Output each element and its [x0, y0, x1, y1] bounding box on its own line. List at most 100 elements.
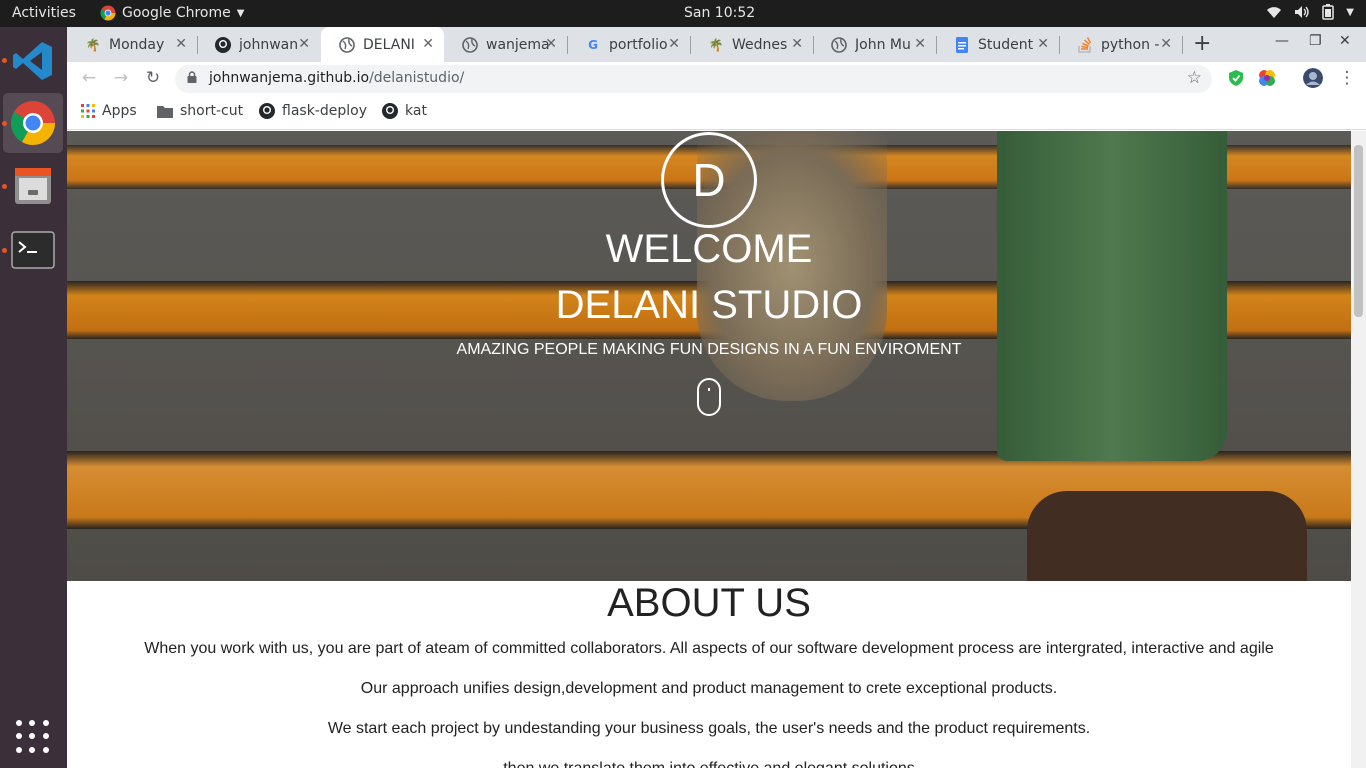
bookmark-star-icon[interactable]: ☆: [1187, 68, 1202, 88]
tab-python[interactable]: python - ✕: [1059, 27, 1182, 62]
chevron-down-icon: ▼: [236, 7, 245, 19]
bookmark-apps[interactable]: Apps: [81, 103, 137, 119]
app-menu-label: Google Chrome: [122, 5, 231, 21]
scrollbar-thumb[interactable]: [1354, 145, 1363, 317]
close-icon[interactable]: ✕: [422, 36, 434, 52]
back-icon[interactable]: ←: [79, 68, 99, 88]
page-viewport: D WELCOME DELANI STUDIO AMAZING PEOPLE M…: [67, 131, 1351, 768]
minimize-icon[interactable]: —: [1275, 33, 1289, 49]
volume-icon: [1295, 6, 1309, 18]
chrome-icon: [11, 101, 55, 145]
dock-vscode[interactable]: [3, 31, 63, 91]
hero-welcome-heading: WELCOME: [605, 227, 813, 271]
close-icon[interactable]: ✕: [791, 36, 803, 52]
url-text[interactable]: johnwanjema.github.io/delanistudio/: [209, 70, 464, 86]
palm-icon: 🌴: [85, 37, 101, 52]
folder-icon: [157, 105, 173, 118]
app-menu[interactable]: Google Chrome ▼: [100, 5, 244, 21]
system-tray[interactable]: ▼: [1266, 4, 1354, 20]
about-heading: ABOUT US: [607, 581, 811, 625]
hero-tagline: AMAZING PEOPLE MAKING FUN DESIGNS IN A F…: [456, 341, 962, 358]
stackoverflow-icon: [1077, 36, 1093, 53]
close-window-icon[interactable]: ✕: [1339, 33, 1351, 49]
bookmark-kat[interactable]: kat: [382, 103, 427, 119]
close-icon[interactable]: ✕: [914, 36, 926, 52]
running-indicator: [2, 58, 7, 63]
about-paragraph: We start each project by undestanding yo…: [327, 720, 1091, 737]
files-icon: [15, 168, 51, 204]
tab-wednesday[interactable]: 🌴 Wednes ✕: [690, 27, 813, 62]
scroll-down-mouse-icon[interactable]: [697, 378, 721, 416]
dock: [0, 27, 67, 768]
tab-title: johnwan: [239, 36, 299, 53]
bookmark-label: Apps: [102, 103, 137, 119]
running-indicator: [2, 121, 7, 126]
url-path: /delanistudio/: [369, 70, 465, 86]
github-icon: [382, 103, 398, 119]
page-scrollbar[interactable]: [1351, 131, 1366, 768]
close-icon[interactable]: ✕: [1160, 36, 1172, 52]
chrome-icon: [100, 5, 116, 21]
about-paragraph: then we translate them into effective an…: [67, 760, 1351, 768]
tab-title: Student: [978, 36, 1034, 53]
bookmark-label: short-cut: [180, 103, 244, 119]
bookmark-flask-deploy[interactable]: flask-deploy: [259, 103, 367, 119]
close-icon[interactable]: ✕: [175, 36, 187, 52]
tab-title: Wednes: [732, 36, 788, 53]
tab-title: DELANI: [363, 36, 415, 53]
more-menu-icon[interactable]: ⋮: [1337, 68, 1357, 88]
shield-extension-icon[interactable]: [1227, 69, 1245, 87]
tab-strip: 🌴 Monday ✕ johnwan ✕ DELANI ✕ wanjema ✕: [67, 27, 1366, 62]
dock-chrome[interactable]: [3, 93, 63, 153]
tab-delani[interactable]: DELANI ✕: [321, 27, 444, 62]
close-icon[interactable]: ✕: [298, 36, 310, 52]
clock[interactable]: San 10:52: [684, 5, 755, 21]
tab-john-mu[interactable]: John Mu ✕: [813, 27, 936, 62]
google-icon: G: [588, 37, 598, 52]
dock-terminal[interactable]: [3, 220, 63, 280]
wifi-icon: [1267, 7, 1282, 18]
tab-monday[interactable]: 🌴 Monday ✕: [67, 27, 197, 62]
browser-window: 🌴 Monday ✕ johnwan ✕ DELANI ✕ wanjema ✕: [67, 27, 1366, 768]
bookmark-label: kat: [405, 103, 427, 119]
hero-section: D WELCOME DELANI STUDIO AMAZING PEOPLE M…: [67, 131, 1351, 581]
tab-portfolio[interactable]: G portfolio ✕: [567, 27, 690, 62]
bookmark-label: flask-deploy: [282, 103, 367, 119]
restore-icon[interactable]: ❐: [1309, 33, 1322, 49]
tab-student[interactable]: Student ✕: [936, 27, 1059, 62]
system-top-bar: Activities Google Chrome ▼ San 10:52 ▼: [0, 0, 1366, 27]
about-paragraph: Our approach unifies design,development …: [360, 680, 1058, 697]
new-tab-button[interactable]: +: [1193, 31, 1211, 56]
apps-grid-icon: [81, 104, 95, 118]
profile-avatar[interactable]: [1303, 68, 1323, 88]
forward-icon[interactable]: →: [111, 68, 131, 88]
address-bar[interactable]: johnwanjema.github.io/delanistudio/ ☆: [175, 65, 1212, 93]
tab-wanjema[interactable]: wanjema ✕: [444, 27, 567, 62]
lock-icon[interactable]: [187, 71, 197, 83]
close-icon[interactable]: ✕: [1037, 36, 1049, 52]
color-extension-icon[interactable]: [1258, 69, 1276, 87]
github-icon: [259, 103, 275, 119]
terminal-icon: [11, 231, 55, 269]
studio-logo: D: [661, 132, 757, 228]
hero-studio-heading: DELANI STUDIO: [555, 283, 863, 327]
globe-icon: [339, 36, 355, 53]
dock-files[interactable]: [3, 156, 63, 216]
tab-title: wanjema: [486, 36, 550, 53]
show-applications-icon[interactable]: [16, 720, 50, 754]
browser-toolbar: ← → ↻ johnwanjema.github.io/delanistudio…: [67, 62, 1366, 96]
close-icon[interactable]: ✕: [545, 36, 557, 52]
palm-icon: 🌴: [708, 37, 724, 52]
bookmark-short-cut[interactable]: short-cut: [157, 103, 243, 119]
url-host: johnwanjema.github.io: [209, 70, 370, 86]
tab-title: John Mu: [855, 36, 911, 53]
reload-icon[interactable]: ↻: [143, 68, 163, 88]
about-paragraph: When you work with us, you are part of a…: [144, 640, 1274, 657]
running-indicator: [2, 248, 7, 253]
chevron-down-icon: ▼: [1346, 6, 1354, 18]
activities-button[interactable]: Activities: [12, 5, 76, 21]
globe-icon: [462, 36, 478, 53]
globe-icon: [831, 36, 847, 53]
close-icon[interactable]: ✕: [668, 36, 680, 52]
tab-johnwan[interactable]: johnwan ✕: [197, 27, 320, 62]
